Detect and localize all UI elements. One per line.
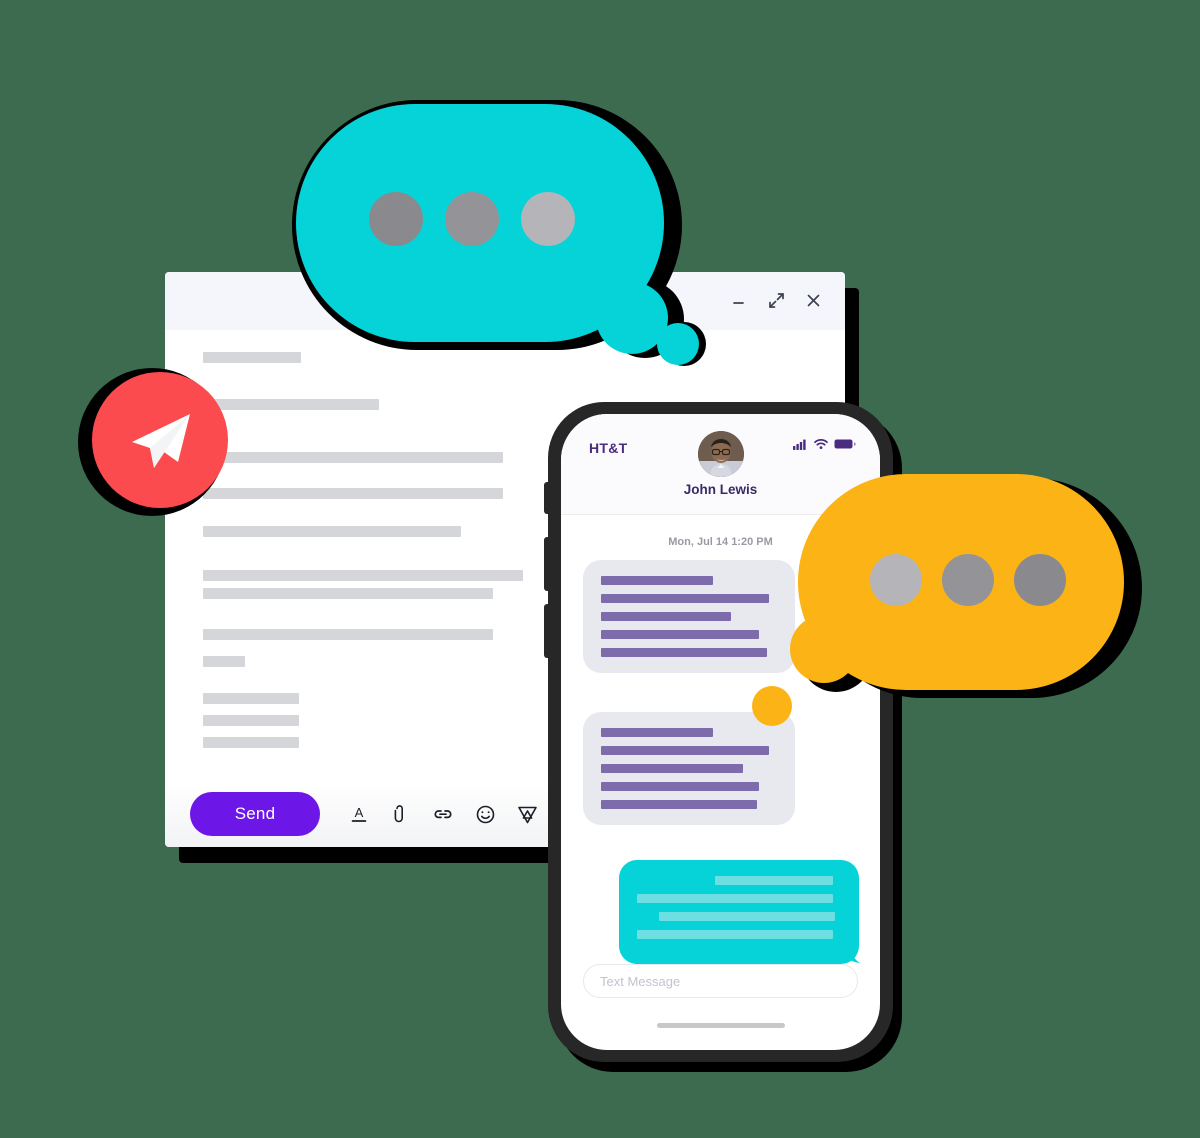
svg-text:A: A <box>355 805 364 820</box>
yellow-typing-dots <box>870 554 1066 606</box>
content-placeholder-line <box>203 399 379 410</box>
message-text-line <box>601 764 743 773</box>
home-indicator-bar <box>656 1023 785 1028</box>
content-placeholder-line <box>203 715 299 726</box>
phone-silent-switch[interactable] <box>544 482 549 514</box>
message-text-line <box>601 648 767 657</box>
typing-dot-3 <box>521 192 575 246</box>
contact-name: John Lewis <box>683 482 758 497</box>
bubble-tail-icon <box>842 942 864 964</box>
minimize-button[interactable] <box>729 290 749 310</box>
content-placeholder-line <box>203 352 301 363</box>
phone-volume-down-button[interactable] <box>544 604 549 658</box>
yellow-bubble-dot <box>752 686 792 726</box>
message-text-line <box>637 930 833 939</box>
content-placeholder-line <box>203 656 245 667</box>
yellow-bubble-body <box>798 474 1124 690</box>
message-text-line <box>601 800 757 809</box>
message-text-line <box>637 894 833 903</box>
content-placeholder-line <box>203 488 503 499</box>
typing-dot-2 <box>942 554 994 606</box>
typing-dot-1 <box>369 192 423 246</box>
phone-volume-up-button[interactable] <box>544 537 549 591</box>
content-placeholder-line <box>203 452 503 463</box>
content-placeholder-line <box>203 570 523 581</box>
avatar[interactable] <box>697 431 744 477</box>
wifi-icon <box>814 439 828 449</box>
message-text-line <box>601 746 769 755</box>
content-placeholder-line <box>203 737 299 748</box>
emoji-icon[interactable] <box>472 801 498 827</box>
message-text-line <box>715 876 833 885</box>
message-text-line <box>659 912 835 921</box>
expand-button[interactable] <box>766 290 786 310</box>
window-controls <box>729 290 823 310</box>
send-badge-circle[interactable] <box>92 372 228 508</box>
text-message-placeholder: Text Message <box>600 973 681 989</box>
teal-typing-dots <box>369 192 575 246</box>
typing-dot-2 <box>445 192 499 246</box>
content-placeholder-line <box>203 526 461 537</box>
message-text-line <box>601 782 759 791</box>
message-text-line <box>601 728 713 737</box>
teal-bubble-body <box>296 104 664 342</box>
message-text-line <box>601 576 713 585</box>
send-button[interactable]: Send <box>190 792 320 836</box>
toolbar-icon-group: A <box>346 801 582 827</box>
battery-icon <box>834 439 856 449</box>
content-placeholder-line <box>203 588 493 599</box>
teal-bubble-dot <box>657 323 699 365</box>
message-text-line <box>601 612 731 621</box>
conversation-header: HT&T John Lewis <box>561 414 880 515</box>
message-bubble-outgoing-1[interactable] <box>619 860 860 964</box>
illustration-stage: Send A HT&T John Lewis Mon, Jul 14 1:20 … <box>0 0 1200 1138</box>
carrier-label: HT&T <box>589 440 628 456</box>
typing-dot-1 <box>870 554 922 606</box>
content-placeholder-line <box>203 693 299 704</box>
cellular-signal-icon <box>793 439 806 450</box>
drive-icon[interactable] <box>514 801 540 827</box>
message-bubble-incoming-2[interactable] <box>583 712 795 825</box>
format-text-icon[interactable]: A <box>346 801 372 827</box>
status-bar-icons <box>793 438 856 450</box>
typing-dot-3 <box>1014 554 1066 606</box>
text-message-input[interactable]: Text Message <box>583 964 858 998</box>
paper-plane-icon <box>132 414 190 468</box>
message-text-line <box>601 594 769 603</box>
message-bubble-incoming-1[interactable] <box>583 560 795 673</box>
message-text-line <box>601 630 759 639</box>
attach-file-icon[interactable] <box>388 801 414 827</box>
close-button[interactable] <box>803 290 823 310</box>
content-placeholder-line <box>203 629 493 640</box>
insert-link-icon[interactable] <box>430 801 456 827</box>
